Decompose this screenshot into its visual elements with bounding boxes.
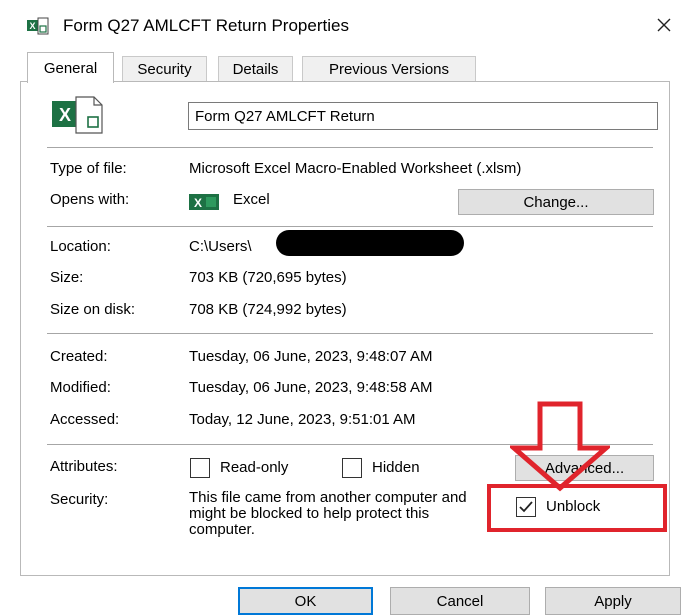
close-icon xyxy=(657,18,671,32)
change-button[interactable]: Change... xyxy=(458,189,654,215)
tab-security[interactable]: Security xyxy=(122,56,207,81)
separator xyxy=(47,147,653,148)
opens-with-value: Excel xyxy=(233,191,270,208)
excel-document-icon: X xyxy=(52,96,103,134)
hidden-label: Hidden xyxy=(372,459,420,476)
excel-file-icon: X xyxy=(27,17,49,35)
created-value: Tuesday, 06 June, 2023, 9:48:07 AM xyxy=(189,348,433,365)
opens-with-label: Opens with: xyxy=(50,191,130,208)
security-message: This file came from another computer and… xyxy=(189,489,467,538)
separator xyxy=(47,333,653,334)
hidden-checkbox[interactable] xyxy=(342,458,362,478)
redaction-mark xyxy=(276,230,464,256)
svg-text:X: X xyxy=(29,21,35,31)
location-value: C:\Users\ xyxy=(189,238,252,255)
modified-label: Modified: xyxy=(50,379,111,396)
tab-previous-versions[interactable]: Previous Versions xyxy=(302,56,476,81)
apply-button[interactable]: Apply xyxy=(545,587,681,615)
type-of-file-label: Type of file: xyxy=(50,160,127,177)
ok-button[interactable]: OK xyxy=(238,587,373,615)
accessed-value: Today, 12 June, 2023, 9:51:01 AM xyxy=(189,411,416,428)
attributes-label: Attributes: xyxy=(50,458,118,475)
red-arrow-annotation xyxy=(510,401,610,492)
size-label: Size: xyxy=(50,269,84,286)
type-of-file-value: Microsoft Excel Macro-Enabled Worksheet … xyxy=(189,160,522,177)
security-label: Security: xyxy=(50,491,109,508)
size-value: 703 KB (720,695 bytes) xyxy=(189,269,347,286)
close-button[interactable] xyxy=(650,11,678,39)
accessed-label: Accessed: xyxy=(50,411,120,428)
window-title: Form Q27 AMLCFT Return Properties xyxy=(63,16,349,35)
read-only-label: Read-only xyxy=(220,459,289,476)
location-label: Location: xyxy=(50,238,111,255)
tab-general[interactable]: General xyxy=(27,52,114,83)
read-only-checkbox[interactable] xyxy=(190,458,210,478)
file-name-input[interactable] xyxy=(188,102,658,130)
modified-value: Tuesday, 06 June, 2023, 9:48:58 AM xyxy=(189,379,433,396)
svg-text:X: X xyxy=(194,196,202,210)
tab-details[interactable]: Details xyxy=(218,56,293,81)
size-on-disk-label: Size on disk: xyxy=(50,301,136,318)
excel-app-icon: X xyxy=(189,194,219,210)
created-label: Created: xyxy=(50,348,108,365)
cancel-button[interactable]: Cancel xyxy=(390,587,530,615)
separator xyxy=(47,226,653,227)
red-highlight-box xyxy=(487,484,667,532)
svg-text:X: X xyxy=(59,105,71,125)
size-on-disk-value: 708 KB (724,992 bytes) xyxy=(189,301,347,318)
